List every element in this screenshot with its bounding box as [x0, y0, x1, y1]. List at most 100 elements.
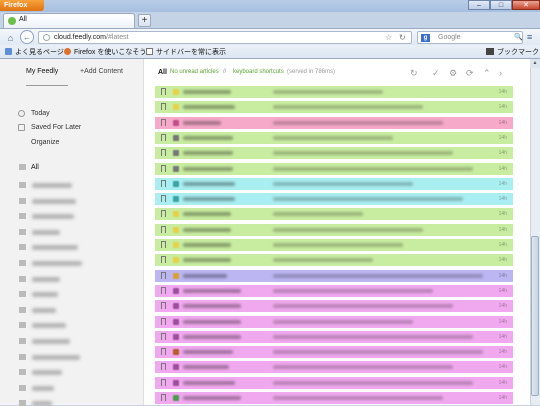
- save-for-later-icon[interactable]: [161, 286, 166, 294]
- article-row[interactable]: 14h: [155, 284, 513, 298]
- sidebar-category-redacted[interactable]: [32, 307, 56, 313]
- save-for-later-icon[interactable]: [161, 133, 166, 141]
- save-for-later-icon[interactable]: [161, 317, 166, 325]
- sidebar-category-redacted[interactable]: [32, 198, 76, 204]
- bookmark-star-icon[interactable]: ☆: [385, 33, 392, 42]
- article-row[interactable]: 14h: [155, 361, 513, 375]
- search-bar[interactable]: g Google 🔍: [417, 31, 523, 44]
- url-bar[interactable]: cloud.feedly.com/#latest ☆ ↻: [38, 31, 412, 44]
- category-list-icon: [19, 402, 26, 405]
- sidebar-category-redacted[interactable]: [32, 354, 80, 360]
- save-for-later-icon[interactable]: [161, 164, 166, 172]
- site-identity-icon[interactable]: [43, 34, 50, 41]
- sidebar-category-redacted[interactable]: [32, 401, 52, 406]
- sidebar-category-redacted[interactable]: [32, 245, 78, 251]
- article-age: 14h: [498, 364, 507, 371]
- article-row[interactable]: 14h: [155, 376, 513, 390]
- next-icon[interactable]: ›: [499, 68, 502, 78]
- save-for-later-icon[interactable]: [161, 118, 166, 126]
- article-row[interactable]: 14h: [155, 116, 513, 130]
- article-row[interactable]: 14h: [155, 330, 513, 344]
- article-row[interactable]: 14h: [155, 315, 513, 329]
- sidebar-category-redacted[interactable]: [32, 261, 82, 266]
- article-row[interactable]: 14h: [155, 86, 513, 99]
- article-row[interactable]: 14h: [155, 254, 513, 268]
- article-row[interactable]: 14h: [155, 346, 513, 360]
- article-row[interactable]: 14h: [155, 147, 513, 161]
- save-for-later-icon[interactable]: [161, 348, 166, 356]
- sidebar-category-redacted[interactable]: [32, 214, 74, 220]
- save-for-later-icon[interactable]: [161, 394, 166, 401]
- sidebar-checkbox[interactable]: [146, 48, 153, 55]
- minimize-button[interactable]: –: [468, 0, 490, 10]
- article-row[interactable]: 14h: [155, 131, 513, 145]
- article-row[interactable]: 14h: [155, 392, 513, 405]
- home-icon[interactable]: ⌂: [4, 32, 17, 44]
- sidebar-category-redacted[interactable]: [32, 229, 60, 235]
- back-button[interactable]: ←: [20, 30, 34, 44]
- bookmarks-menu-button[interactable]: ブックマーク: [497, 47, 539, 57]
- sidebar-item-all[interactable]: All: [31, 164, 39, 171]
- sidebar-category-redacted[interactable]: [32, 276, 60, 282]
- check-icon[interactable]: ✓: [432, 68, 440, 79]
- scrollbar-thumb[interactable]: [531, 236, 539, 396]
- save-for-later-icon[interactable]: [161, 302, 166, 310]
- firefox-menu-button[interactable]: Firefox: [0, 0, 44, 11]
- save-for-later-icon[interactable]: [161, 256, 166, 264]
- sidebar-item-organize[interactable]: Organize: [31, 139, 59, 146]
- save-for-later-icon[interactable]: [161, 210, 166, 218]
- article-age: 14h: [498, 226, 507, 233]
- save-for-later-icon[interactable]: [161, 271, 166, 279]
- sidebar-category-redacted[interactable]: [32, 339, 70, 344]
- source-favicon-icon: [173, 349, 179, 356]
- save-for-later-icon[interactable]: [161, 363, 166, 371]
- save-for-later-icon[interactable]: [161, 225, 166, 233]
- scroll-up-arrow[interactable]: ▲: [530, 59, 540, 68]
- sidebar-category-redacted[interactable]: [32, 323, 66, 329]
- article-row[interactable]: 14h: [155, 101, 513, 115]
- sidebar-item-saved[interactable]: Saved For Later: [31, 124, 81, 131]
- article-row[interactable]: 14h: [155, 208, 513, 222]
- article-row[interactable]: 14h: [155, 300, 513, 314]
- new-tab-button[interactable]: +: [138, 14, 151, 27]
- article-row[interactable]: 14h: [155, 239, 513, 252]
- bookmark-item-sidebar[interactable]: サイドバーを常に表示: [156, 47, 226, 57]
- sidebar-category-redacted[interactable]: [32, 183, 72, 188]
- maximize-button[interactable]: □: [490, 0, 512, 10]
- save-for-later-icon[interactable]: [161, 332, 166, 340]
- save-for-later-icon[interactable]: [161, 378, 166, 386]
- save-for-later-icon[interactable]: [161, 149, 166, 157]
- gear-icon[interactable]: ⚙: [449, 68, 457, 79]
- collapse-icon[interactable]: ⌃: [483, 68, 491, 79]
- search-input[interactable]: Google: [438, 34, 461, 41]
- sidebar-item-today[interactable]: Today: [31, 110, 50, 117]
- tab-my-feedly[interactable]: My Feedly: [26, 68, 68, 86]
- bookmark-item-firefox-tips[interactable]: Firefox を使いこなそう: [74, 47, 146, 57]
- article-row[interactable]: 14h: [155, 223, 513, 237]
- article-row[interactable]: 14h: [155, 193, 513, 207]
- save-for-later-icon[interactable]: [161, 103, 166, 111]
- sidebar-category-redacted[interactable]: [32, 292, 58, 298]
- menu-icon[interactable]: ≡: [527, 32, 532, 42]
- save-for-later-icon[interactable]: [161, 179, 166, 187]
- reload-icon[interactable]: ↻: [399, 33, 406, 42]
- tab-add-content[interactable]: +Add Content: [80, 68, 123, 75]
- refresh-icon[interactable]: ↻: [410, 68, 418, 79]
- article-row[interactable]: 14h: [155, 269, 513, 283]
- keyboard-shortcuts-link[interactable]: keyboard shortcuts: [233, 69, 284, 75]
- close-button[interactable]: ✕: [512, 0, 540, 10]
- save-for-later-icon[interactable]: [161, 88, 166, 95]
- sync-icon[interactable]: ⟳: [466, 68, 474, 79]
- sidebar-category-redacted[interactable]: [32, 370, 62, 376]
- save-for-later-icon[interactable]: [161, 195, 166, 203]
- article-row[interactable]: 14h: [155, 162, 513, 176]
- google-icon[interactable]: g: [421, 34, 430, 42]
- article-row[interactable]: 14h: [155, 177, 513, 191]
- save-for-later-icon[interactable]: [161, 241, 166, 248]
- sidebar-category-redacted[interactable]: [32, 385, 54, 391]
- bookmark-item-frequent[interactable]: よく見るページ: [15, 47, 64, 57]
- browser-tab-all[interactable]: All: [3, 13, 135, 28]
- url-text[interactable]: cloud.feedly.com/#latest: [54, 34, 129, 41]
- category-list-icon: [19, 262, 26, 264]
- search-icon[interactable]: 🔍: [514, 33, 523, 41]
